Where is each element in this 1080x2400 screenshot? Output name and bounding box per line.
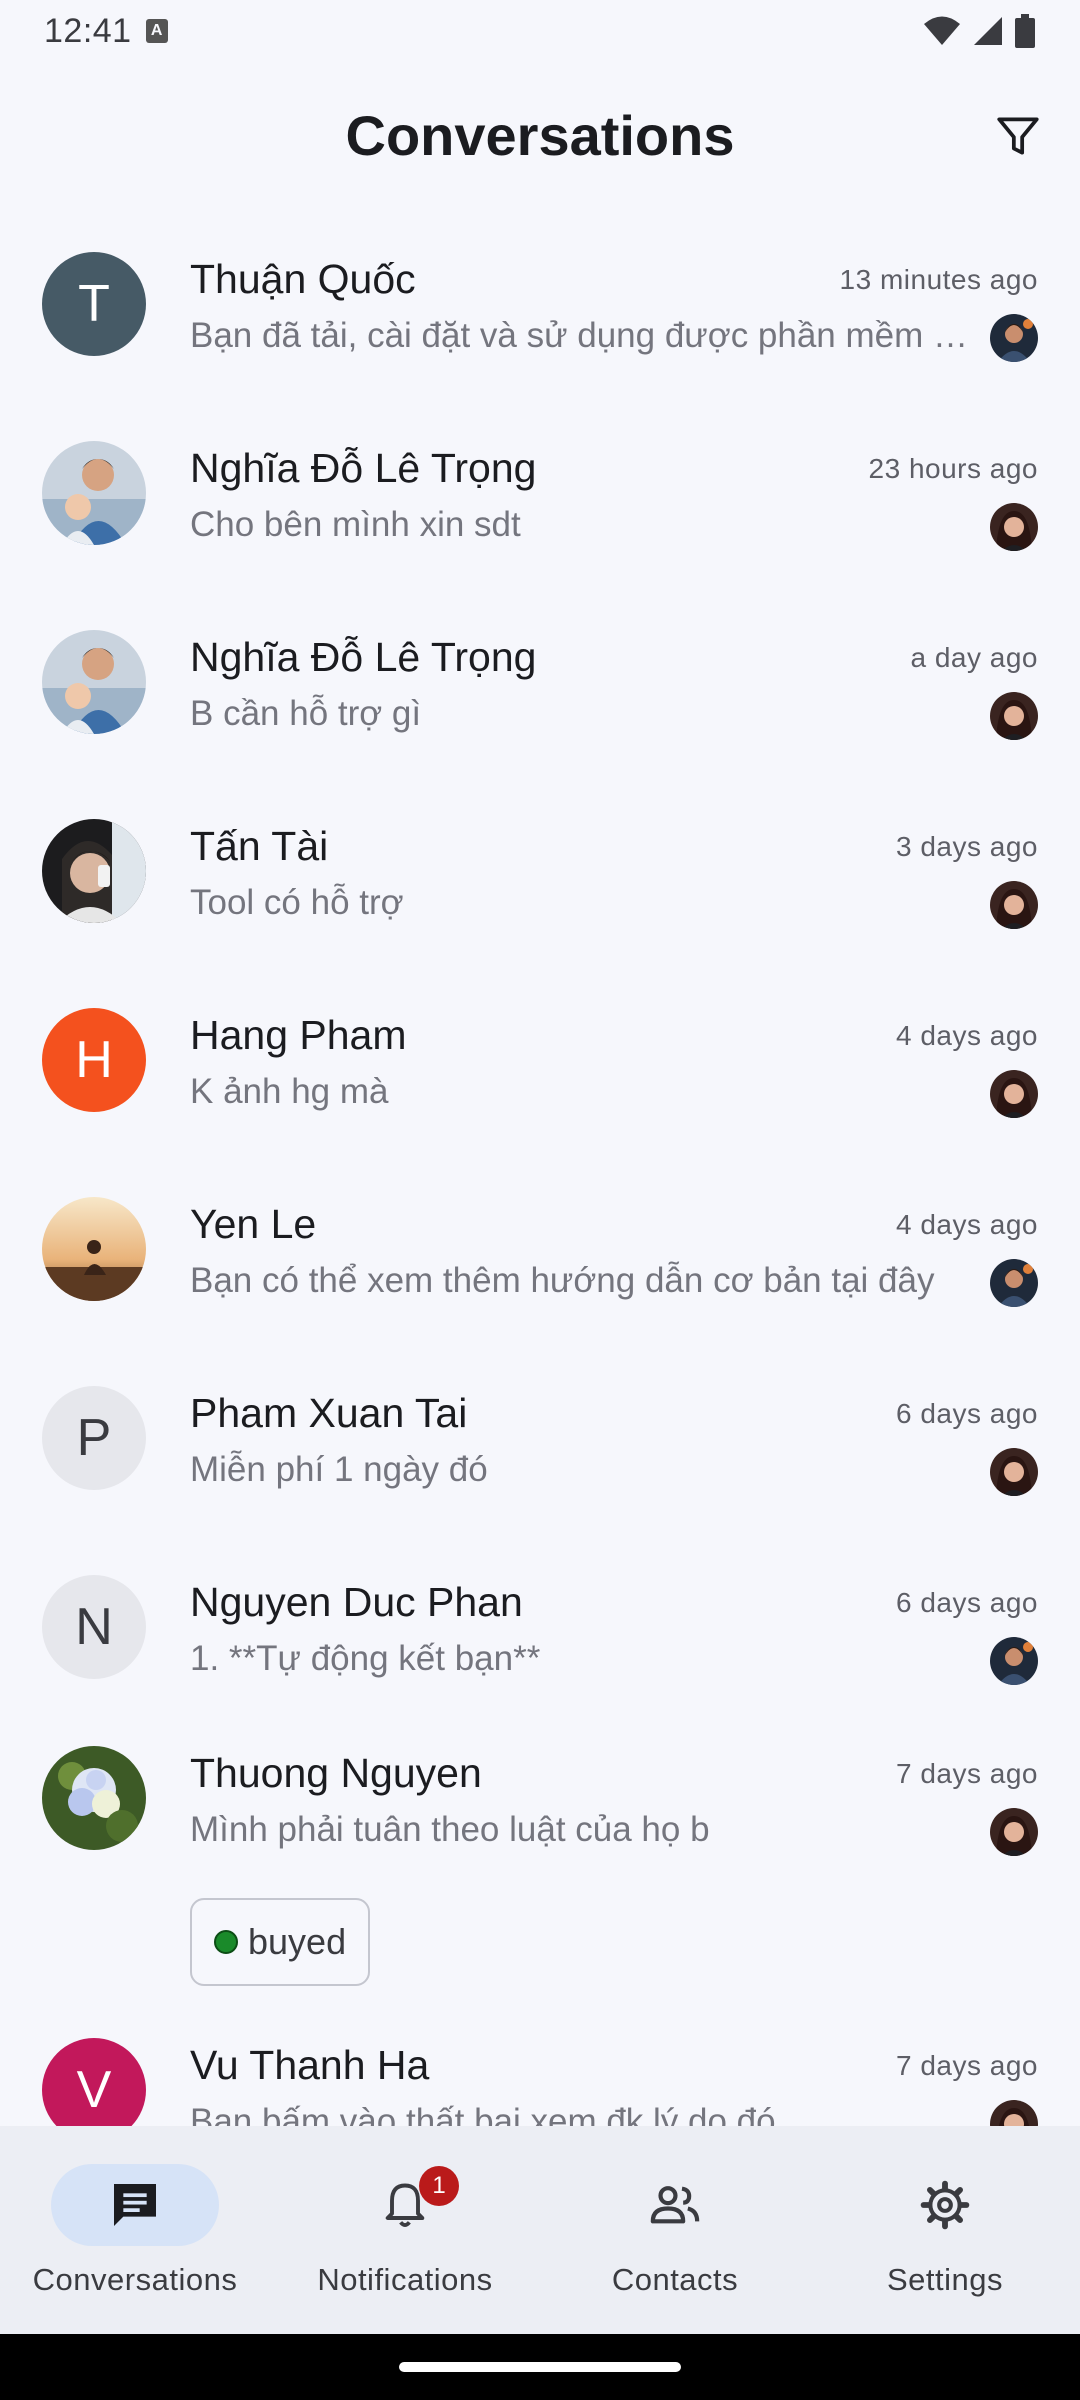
status-bar: 12:41 A <box>0 0 1080 62</box>
battery-icon <box>1015 14 1035 48</box>
page-title: Conversations <box>345 103 735 167</box>
nav-label: Conversations <box>32 2262 238 2297</box>
nav-settings[interactable]: Settings <box>810 2126 1080 2334</box>
avatar: N <box>42 1575 146 1679</box>
message-preview: B cần hỗ trợ gì <box>190 694 422 733</box>
timestamp: 6 days ago <box>896 1398 1038 1429</box>
timestamp: 4 days ago <box>896 1020 1038 1051</box>
avatar: V <box>42 2038 146 2126</box>
contact-name: Nghĩa Đỗ Lê Trọng <box>190 634 537 680</box>
gear-icon <box>920 2180 970 2230</box>
contact-name: Thuận Quốc <box>190 256 416 302</box>
avatar: H <box>42 1008 146 1112</box>
chat-icon <box>114 2184 156 2226</box>
contact-name: Nghĩa Đỗ Lê Trọng <box>190 445 537 491</box>
avatar <box>42 1746 146 1850</box>
message-preview: 1. **Tự động kết bạn** <box>190 1639 541 1678</box>
message-preview: Cho bên mình xin sdt <box>190 505 521 544</box>
people-icon <box>650 2186 700 2224</box>
agent-avatar <box>990 1808 1038 1856</box>
conversation-row[interactable]: Tấn Tài 3 days ago Tool có hỗ trợ <box>0 775 1080 964</box>
contact-name: Hang Pham <box>190 1012 407 1058</box>
nav-conversations[interactable]: Conversations <box>0 2126 270 2334</box>
conversation-list[interactable]: T Thuận Quốc 13 minutes ago Bạn đã tải, … <box>0 208 1080 2126</box>
message-preview: K ảnh hg mà <box>190 1072 389 1111</box>
agent-avatar <box>990 503 1038 551</box>
filter-button[interactable] <box>982 100 1054 172</box>
agent-avatar <box>990 2100 1038 2126</box>
avatar: P <box>42 1386 146 1490</box>
timestamp: 4 days ago <box>896 1209 1038 1240</box>
nav-label: Notifications <box>317 2262 493 2297</box>
status-icons <box>922 14 1036 48</box>
wifi-icon <box>924 16 960 45</box>
contact-name: Vu Thanh Ha <box>190 2042 430 2088</box>
status-time: 12:41 <box>44 11 132 50</box>
bottom-navigation: Conversations 1 Notifications Contacts S… <box>0 2126 1080 2334</box>
avatar <box>42 1197 146 1301</box>
conversation-row[interactable]: Thuong Nguyen 7 days ago Mình phải tuân … <box>0 1702 1080 1994</box>
agent-avatar <box>990 692 1038 740</box>
contact-name: Tấn Tài <box>190 823 329 869</box>
timestamp: 6 days ago <box>896 1587 1038 1618</box>
message-preview: Tool có hỗ trợ <box>190 883 404 922</box>
message-preview: Mình phải tuân theo luật của họ b <box>190 1810 710 1849</box>
nav-contacts[interactable]: Contacts <box>540 2126 810 2334</box>
timestamp: a day ago <box>910 642 1038 673</box>
timestamp: 7 days ago <box>896 2050 1038 2081</box>
contact-name: Yen Le <box>190 1201 317 1247</box>
message-preview: Bạn đã tải, cài đặt và sử dụng được phần… <box>190 316 970 355</box>
conversation-row[interactable]: N Nguyen Duc Phan 6 days ago 1. **Tự độn… <box>0 1531 1080 1720</box>
app-bar: Conversations <box>0 62 1080 208</box>
conversation-row[interactable]: T Thuận Quốc 13 minutes ago Bạn đã tải, … <box>0 208 1080 397</box>
avatar <box>42 819 146 923</box>
agent-avatar <box>990 1637 1038 1685</box>
contact-name: Nguyen Duc Phan <box>190 1579 523 1625</box>
contact-name: Thuong Nguyen <box>190 1750 482 1796</box>
timestamp: 3 days ago <box>896 831 1038 862</box>
notification-a-icon: A <box>145 19 168 43</box>
timestamp: 23 hours ago <box>868 453 1038 484</box>
status-dot-icon <box>214 1930 238 1954</box>
nav-label: Contacts <box>611 2262 739 2297</box>
timestamp: 13 minutes ago <box>839 264 1038 295</box>
gesture-bar <box>0 2334 1080 2400</box>
message-preview: Bạn có thể xem thêm hướng dẫn cơ bản tại… <box>190 1261 935 1300</box>
avatar <box>42 441 146 545</box>
timestamp: 7 days ago <box>896 1758 1038 1789</box>
conversation-row[interactable]: V Vu Thanh Ha 7 days ago Bạn bấm vào thấ… <box>0 1994 1080 2126</box>
agent-avatar <box>990 314 1038 362</box>
message-preview: Bạn bấm vào thất bại xem đk lý do đó <box>190 2102 776 2126</box>
avatar: T <box>42 252 146 356</box>
conversation-row[interactable]: Yen Le 4 days ago Bạn có thể xem thêm hư… <box>0 1153 1080 1342</box>
nav-notifications[interactable]: 1 Notifications <box>270 2126 540 2334</box>
message-preview: Miễn phí 1 ngày đó <box>190 1450 488 1489</box>
conversation-row[interactable]: Nghĩa Đỗ Lê Trọng 23 hours ago Cho bên m… <box>0 397 1080 586</box>
agent-avatar <box>990 1070 1038 1118</box>
nav-label: Settings <box>886 2262 1003 2297</box>
conversation-row[interactable]: H Hang Pham 4 days ago K ảnh hg mà <box>0 964 1080 1153</box>
agent-avatar <box>990 881 1038 929</box>
filter-icon <box>997 117 1039 155</box>
contact-name: Pham Xuan Tai <box>190 1390 468 1436</box>
agent-avatar <box>990 1259 1038 1307</box>
signal-icon <box>974 17 1002 45</box>
home-indicator[interactable] <box>399 2362 681 2372</box>
conversation-row[interactable]: P Pham Xuan Tai 6 days ago Miễn phí 1 ng… <box>0 1342 1080 1531</box>
label-chip-text: buyed <box>248 1921 347 1962</box>
label-chip[interactable]: buyed <box>190 1898 371 1986</box>
agent-avatar <box>990 1448 1038 1496</box>
notification-badge: 1 <box>419 2166 459 2206</box>
avatar <box>42 630 146 734</box>
conversation-row[interactable]: Nghĩa Đỗ Lê Trọng a day ago B cần hỗ trợ… <box>0 586 1080 775</box>
